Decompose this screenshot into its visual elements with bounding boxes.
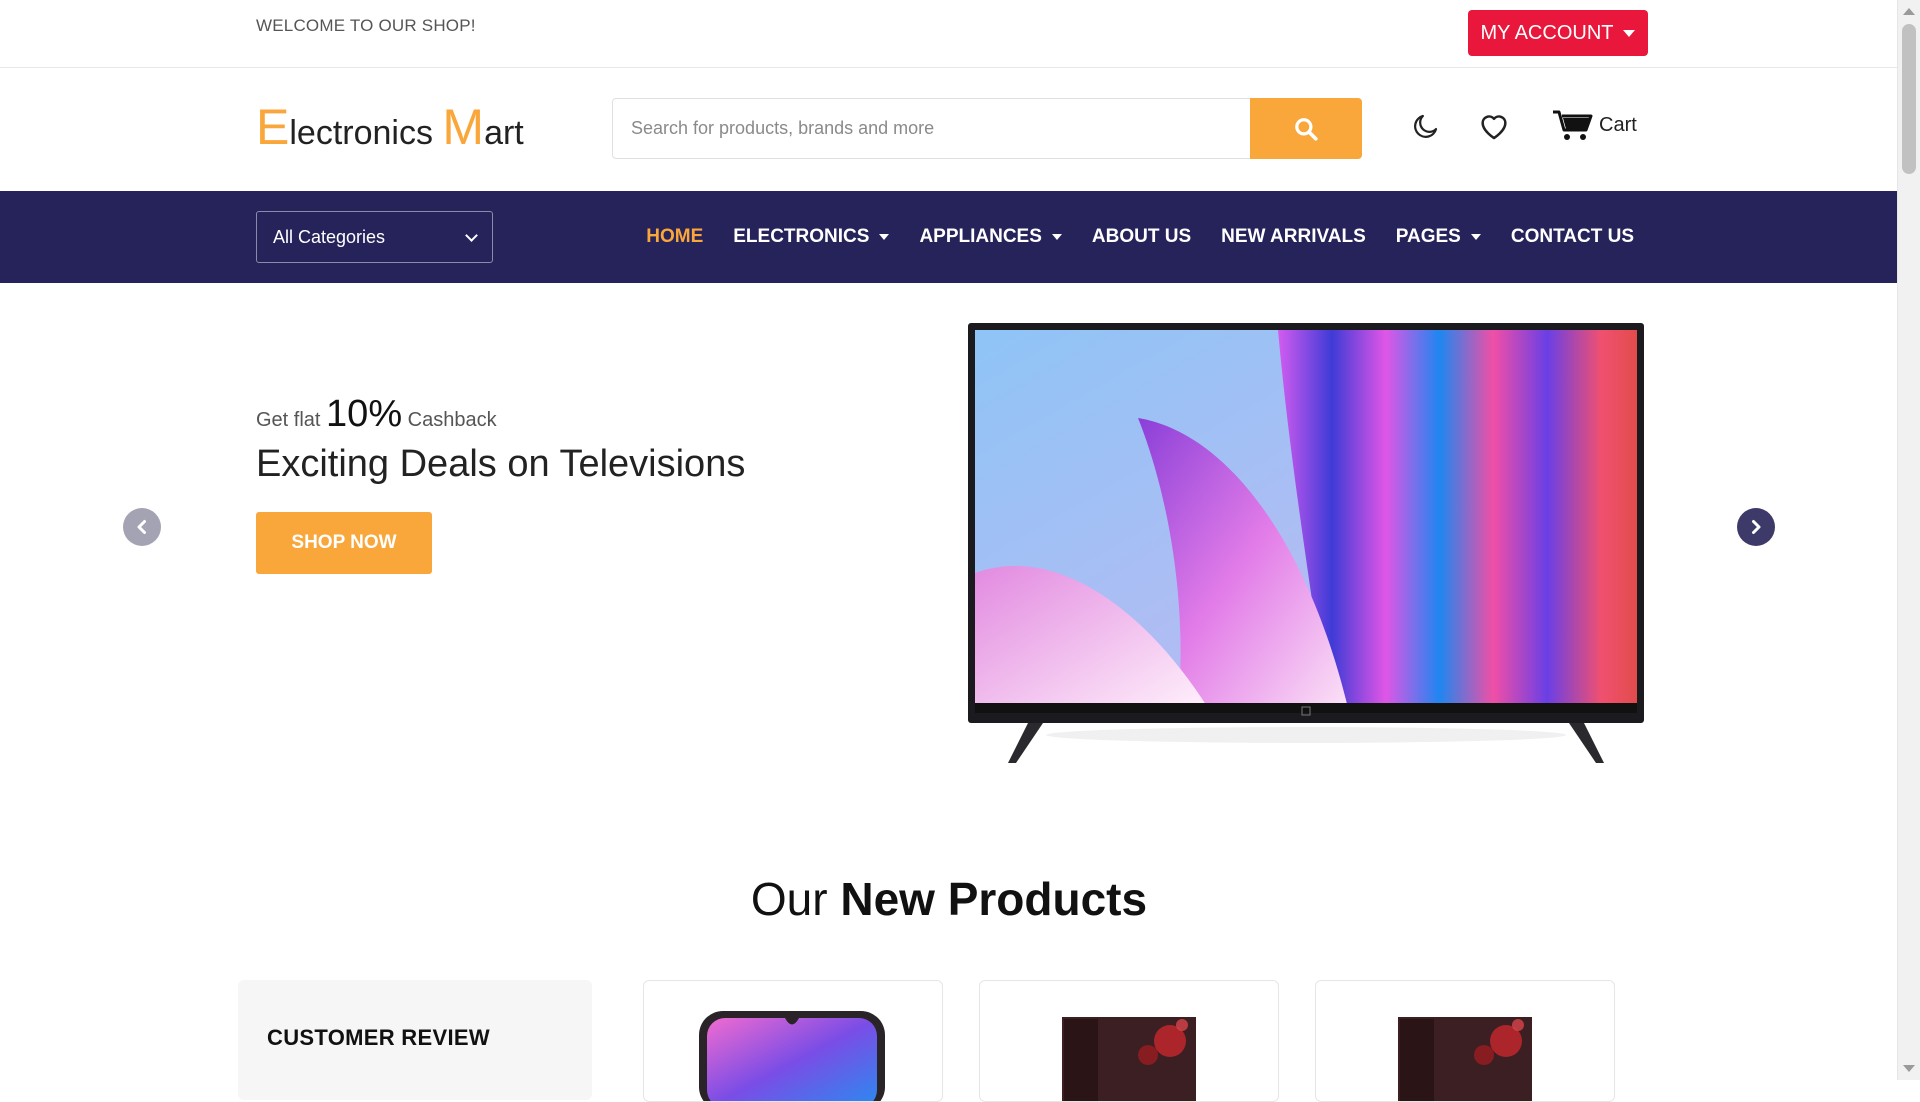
cart-button[interactable]: Cart	[1551, 108, 1637, 142]
my-account-label: MY ACCOUNT	[1480, 21, 1614, 44]
nav-item-appliances[interactable]: APPLIANCES	[919, 226, 1062, 248]
category-select-value: All Categories	[273, 226, 386, 247]
new-products-heading: Our New Products	[0, 872, 1898, 926]
logo-word-mart: art	[484, 114, 524, 152]
nav-item-label: ABOUT US	[1091, 226, 1192, 247]
customer-review-card: CUSTOMER REVIEW	[238, 980, 592, 1100]
promo-suffix: Cashback	[407, 409, 497, 431]
heading-bold-part: New Products	[840, 873, 1148, 925]
promo-line: Get flat 10% Cashback	[256, 393, 497, 436]
scroll-down-arrow-icon[interactable]	[1903, 1065, 1915, 1072]
logo-word-electronics: lectronics	[289, 114, 443, 152]
category-select[interactable]: All Categories	[256, 211, 493, 263]
nav-item-electronics[interactable]: ELECTRONICS	[733, 226, 890, 248]
caret-down-icon	[879, 234, 890, 240]
product-card[interactable]	[643, 980, 943, 1102]
nav-item-label: HOME	[646, 226, 704, 247]
refrigerator-image	[1398, 1017, 1532, 1101]
product-card[interactable]	[979, 980, 1279, 1102]
chevron-right-icon	[1752, 520, 1761, 534]
dark-mode-toggle[interactable]	[1408, 108, 1444, 144]
product-card[interactable]	[1315, 980, 1615, 1102]
search-input[interactable]	[612, 98, 1252, 159]
promo-value: 10%	[326, 393, 403, 435]
nav-item-label: NEW ARRIVALS	[1221, 226, 1366, 247]
nav-item-pages[interactable]: PAGES	[1396, 226, 1481, 248]
welcome-text: WELCOME TO OUR SHOP!	[256, 16, 476, 35]
search-button[interactable]	[1250, 98, 1362, 159]
hero-title: Exciting Deals on Televisions	[256, 443, 746, 485]
moon-icon	[1414, 114, 1438, 138]
slider-next-button[interactable]	[1737, 508, 1775, 546]
cart-label: Cart	[1599, 113, 1637, 136]
logo[interactable]: Electronics Mart	[256, 98, 524, 156]
page-scrollbar[interactable]	[1897, 0, 1920, 1080]
nav-item-label: ELECTRONICS	[733, 226, 870, 247]
heading-light-part: Our	[750, 873, 841, 925]
cart-icon	[1553, 110, 1593, 140]
shop-now-button[interactable]: SHOP NOW	[256, 512, 432, 574]
page: WELCOME TO OUR SHOP! MY ACCOUNT Electron…	[0, 0, 1898, 1102]
heart-icon	[1481, 115, 1507, 140]
chevron-down-icon	[465, 228, 478, 242]
search-icon	[1295, 117, 1318, 141]
wishlist-button[interactable]	[1476, 108, 1512, 144]
my-account-button[interactable]: MY ACCOUNT	[1468, 10, 1648, 56]
nav-item-home[interactable]: HOME	[646, 226, 703, 248]
caret-down-icon	[1623, 29, 1636, 37]
slider-prev-button[interactable]	[123, 508, 161, 546]
television-image[interactable]	[968, 323, 1644, 763]
nav-item-label: CONTACT US	[1510, 226, 1634, 247]
caret-down-icon	[1470, 234, 1481, 240]
promo-prefix: Get flat	[256, 409, 321, 431]
scroll-up-arrow-icon[interactable]	[1903, 8, 1915, 15]
logo-letter-e: E	[256, 99, 290, 155]
hero-slider: Get flat 10% Cashback Exciting Deals on …	[0, 283, 1898, 803]
nav-menu: HOME ELECTRONICS APPLIANCES ABOUT US NEW…	[646, 191, 1634, 283]
nav-item-contact-us[interactable]: CONTACT US	[1511, 226, 1634, 248]
nav-item-about-us[interactable]: ABOUT US	[1092, 226, 1191, 248]
refrigerator-image	[1062, 1017, 1196, 1101]
chevron-left-icon	[137, 520, 146, 534]
header: Electronics Mart Search for products, br…	[0, 68, 1898, 191]
logo-letter-m: M	[442, 99, 485, 155]
smartphone-image	[699, 1011, 885, 1101]
main-nav: All Categories HOME ELECTRONICS APPLIANC…	[0, 191, 1898, 283]
caret-down-icon	[1051, 234, 1062, 240]
customer-review-title: CUSTOMER REVIEW	[267, 1025, 490, 1050]
nav-item-label: PAGES	[1395, 226, 1461, 247]
top-bar: WELCOME TO OUR SHOP! MY ACCOUNT	[0, 0, 1898, 68]
scrollbar-thumb[interactable]	[1902, 24, 1916, 174]
nav-item-new-arrivals[interactable]: NEW ARRIVALS	[1221, 226, 1366, 248]
nav-item-label: APPLIANCES	[919, 226, 1042, 247]
